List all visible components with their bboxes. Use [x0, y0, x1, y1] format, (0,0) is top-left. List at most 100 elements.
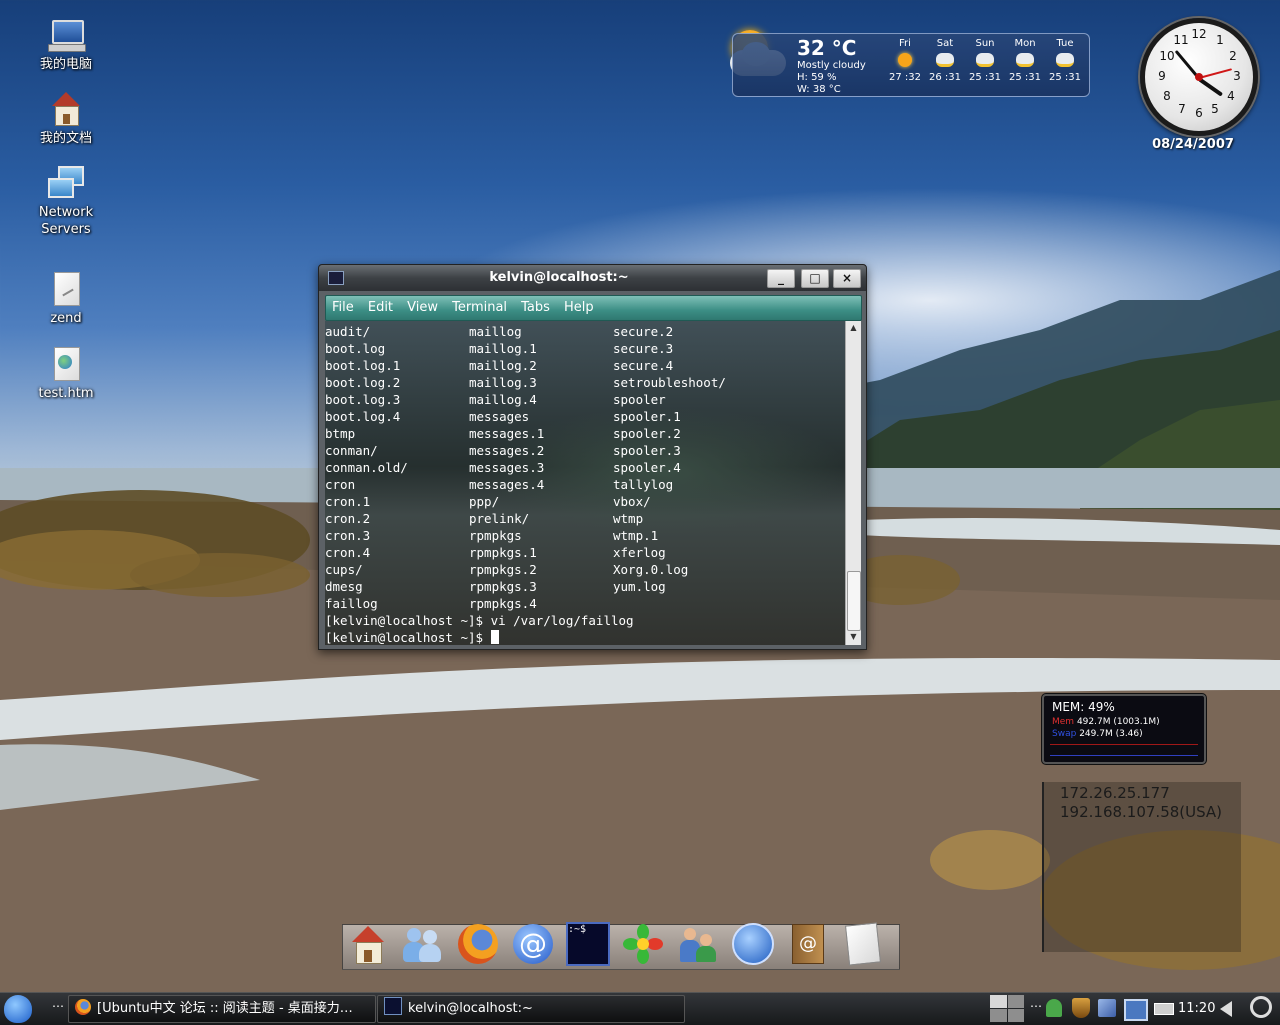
dock-terminal-icon[interactable]: :~$ — [565, 921, 611, 967]
file-entry: spooler.4 — [613, 460, 681, 475]
network-info-widget: 172.26.25.177 192.168.107.58(USA) — [1042, 782, 1241, 952]
file-entry: boot.log — [325, 341, 386, 356]
clock-number: 12 — [1191, 27, 1207, 41]
file-entry: secure.2 — [613, 324, 674, 339]
dock-users-icon[interactable] — [675, 921, 721, 967]
file-entry: tallylog — [613, 477, 674, 492]
close-button[interactable]: × — [833, 269, 861, 288]
task-label: kelvin@localhost:~ — [408, 1001, 533, 1016]
desktop-icon-my-computer[interactable]: 我的电脑 — [16, 18, 116, 73]
file-entry: conman.old/ — [325, 460, 408, 475]
file-entry: boot.log.4 — [325, 409, 401, 424]
scroll-up-icon[interactable]: ▲ — [846, 323, 861, 332]
forecast-day: Mon 25 :31 — [1005, 38, 1045, 83]
forecast-day: Sun 25 :31 — [965, 38, 1005, 83]
power-icon[interactable] — [1250, 996, 1272, 1018]
clock-hour-hand — [1197, 77, 1224, 97]
systray-overflow-icon[interactable]: ⋯ — [1030, 999, 1042, 1013]
terminal-icon — [384, 997, 402, 1015]
dock-address-book-icon[interactable]: @ — [785, 921, 831, 967]
file-entry: vbox/ — [613, 494, 651, 509]
systray-user-icon[interactable] — [1046, 999, 1062, 1017]
storm-cloud-icon — [976, 53, 994, 67]
scrollbar-thumb[interactable] — [847, 571, 861, 631]
systray-shield-icon[interactable] — [1072, 998, 1090, 1018]
systray-network-icon[interactable] — [1124, 999, 1148, 1021]
file-entry: cron.2 — [325, 511, 371, 526]
clock-number: 10 — [1159, 49, 1175, 63]
task-browser[interactable]: [Ubuntu中文 论坛 :: 阅读主题 - 桌面接力… — [68, 995, 376, 1023]
file-entry: cron.3 — [325, 528, 371, 543]
file-entry: rpmpkgs.1 — [469, 545, 537, 560]
swap-label: Swap — [1052, 729, 1077, 739]
memory-monitor[interactable]: MEM: 49% Mem 492.7M (1003.1M) Swap 249.7… — [1042, 694, 1206, 764]
file-entry: prelink/ — [469, 511, 530, 526]
forecast-day: Tue 25 :31 — [1045, 38, 1085, 83]
terminal-window[interactable]: kelvin@localhost:~ _ □ × File Edit View … — [318, 264, 867, 650]
file-entry: yum.log — [613, 579, 666, 594]
file-entry: spooler — [613, 392, 666, 407]
file-entry: cups/ — [325, 562, 363, 577]
clock-number: 7 — [1178, 102, 1186, 116]
menu-tabs[interactable]: Tabs — [521, 296, 550, 320]
forecast-day-name: Sun — [975, 38, 995, 49]
file-entry: boot.log.3 — [325, 392, 401, 407]
menu-file[interactable]: File — [332, 296, 354, 320]
systray-volume-icon[interactable] — [1220, 1001, 1232, 1017]
desktop-icon-zend[interactable]: zend — [16, 272, 116, 327]
file-entry: conman/ — [325, 443, 378, 458]
html-file-icon — [48, 347, 84, 383]
forecast-day: Fri 27 :32 — [885, 38, 925, 83]
systray-battery-icon[interactable] — [1154, 1003, 1174, 1015]
dock-document-icon[interactable] — [840, 921, 886, 967]
clock-number: 1 — [1216, 33, 1224, 47]
terminal-titlebar[interactable]: kelvin@localhost:~ _ □ × — [319, 265, 866, 291]
terminal-scrollbar[interactable]: ▲ ▼ — [845, 321, 861, 645]
file-entry: Xorg.0.log — [613, 562, 689, 577]
ip-address-1: 172.26.25.177 — [1060, 784, 1170, 802]
prompt-text: [kelvin@localhost ~]$ — [325, 630, 491, 645]
dock-firefox-icon[interactable] — [455, 921, 501, 967]
clock-center-icon — [1195, 73, 1203, 81]
scroll-down-icon[interactable]: ▼ — [846, 632, 861, 641]
terminal-output[interactable]: audit/boot.log boot.log.1 boot.log.2 boot.l… — [325, 321, 845, 645]
forecast-temps: 25 :31 — [969, 72, 1001, 83]
weather-widget[interactable]: 32 °C Mostly cloudy H: 59 % W: 38 °C Fri… — [732, 33, 1090, 97]
file-entry: cron.4 — [325, 545, 371, 560]
file-entry: rpmpkgs.2 — [469, 562, 537, 577]
menu-help[interactable]: Help — [564, 296, 594, 320]
window-title: kelvin@localhost:~ — [489, 270, 629, 285]
desktop-icon-my-documents[interactable]: 我的文档 — [16, 92, 116, 147]
taskbar-clock[interactable]: 11:20 — [1178, 1001, 1215, 1016]
mem-title: MEM: 49% — [1052, 700, 1115, 714]
maximize-button[interactable]: □ — [801, 269, 829, 288]
workspace-switcher[interactable] — [990, 995, 1024, 1022]
menu-edit[interactable]: Edit — [368, 296, 393, 320]
task-terminal[interactable]: kelvin@localhost:~ — [377, 995, 685, 1023]
taskbar-overflow-icon[interactable]: ⋯ — [52, 999, 64, 1013]
analog-clock[interactable]: 12 1 2 3 4 5 6 7 8 9 10 11 — [1140, 18, 1258, 136]
forecast-temps: 27 :32 — [889, 72, 921, 83]
minimize-button[interactable]: _ — [767, 269, 795, 288]
file-entry: secure.3 — [613, 341, 674, 356]
file-entry: audit/ — [325, 324, 371, 339]
systray-settings-icon[interactable] — [1098, 999, 1116, 1017]
clock-number: 8 — [1163, 89, 1171, 103]
listing-column-2: maillog maillog.1 maillog.2 maillog.3 maillo… — [469, 323, 544, 612]
start-menu-apple-icon[interactable] — [4, 995, 32, 1023]
file-entry: maillog.2 — [469, 358, 537, 373]
desktop-icon-test-htm[interactable]: test.htm — [16, 347, 116, 402]
mem-graph — [1050, 744, 1198, 756]
clock-number: 3 — [1233, 69, 1241, 83]
dock-icq-icon[interactable] — [620, 921, 666, 967]
dock-network-globe-icon[interactable] — [730, 921, 776, 967]
forecast-day-name: Tue — [1056, 38, 1074, 49]
dock-email-icon[interactable]: @ — [510, 921, 556, 967]
desktop-icon-network-servers[interactable]: Network Servers — [16, 166, 116, 238]
sun-icon — [898, 53, 912, 67]
dock-home-icon[interactable] — [345, 921, 391, 967]
dock-messenger-icon[interactable] — [400, 921, 446, 967]
menu-terminal[interactable]: Terminal — [452, 296, 507, 320]
file-entry: rpmpkgs.3 — [469, 579, 537, 594]
menu-view[interactable]: View — [407, 296, 438, 320]
